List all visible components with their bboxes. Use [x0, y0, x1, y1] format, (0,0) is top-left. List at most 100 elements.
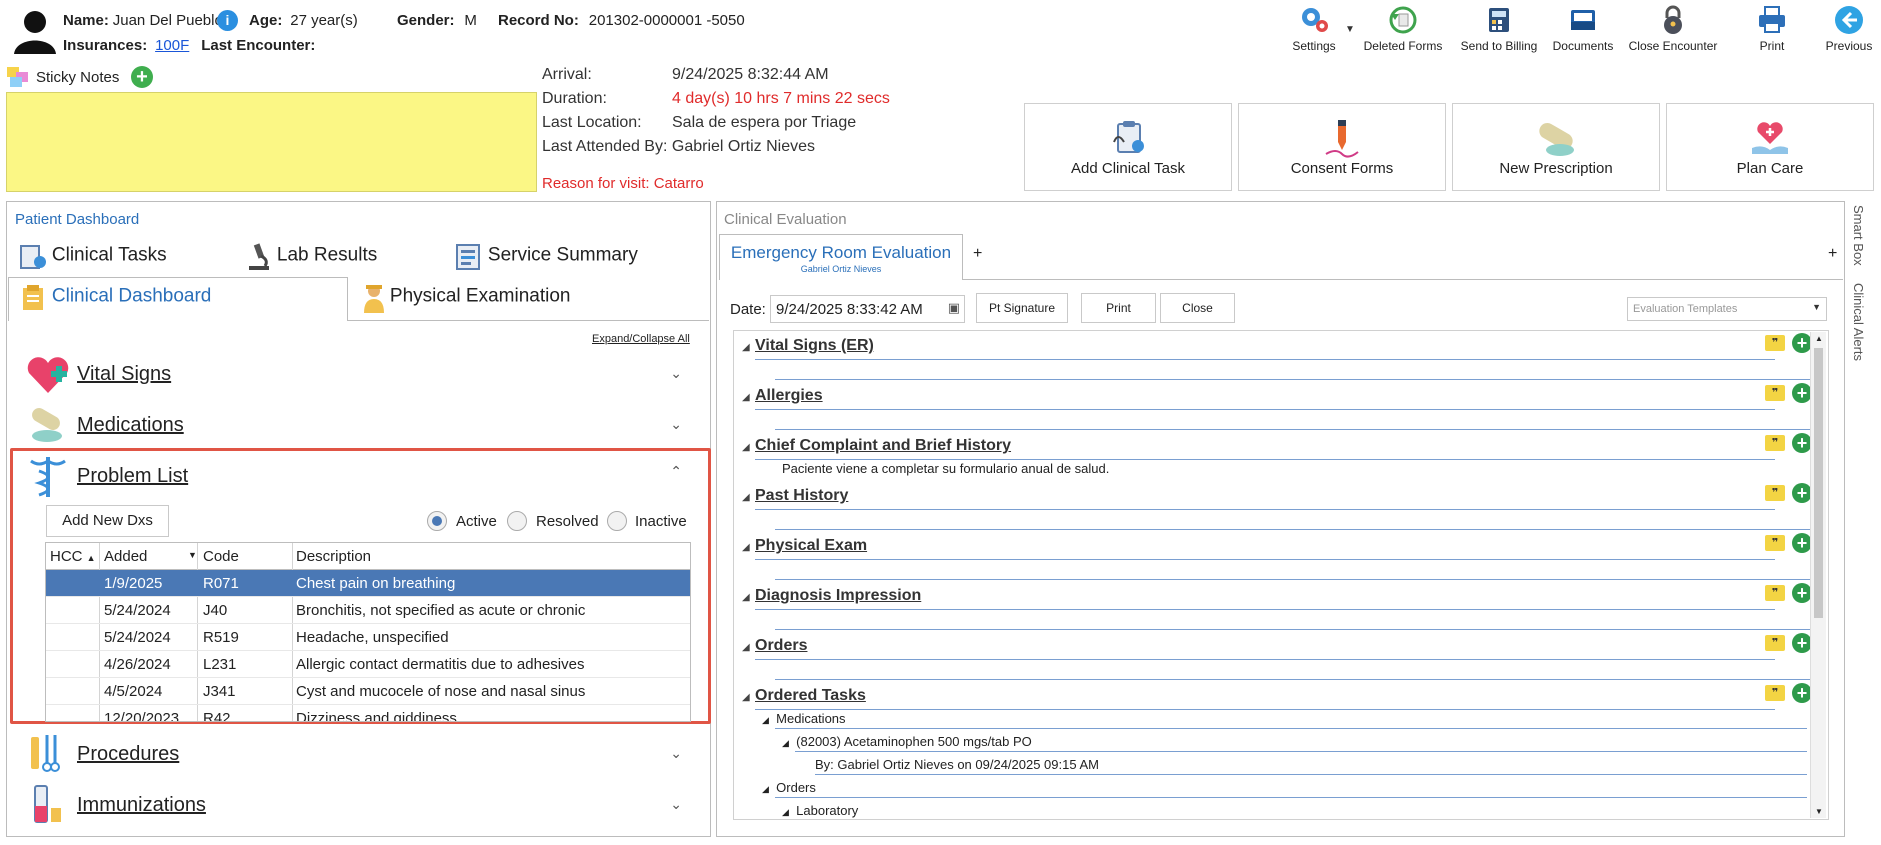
dropdown-icon[interactable]: ▼ [188, 550, 197, 560]
new-prescription-button[interactable]: New Prescription [1452, 103, 1660, 191]
tab-lab-results[interactable]: Lab Results [245, 242, 377, 272]
quote-icon[interactable]: ❞ [1765, 585, 1785, 601]
tab-service-summary[interactable]: Service Summary [454, 242, 638, 272]
consent-forms-button[interactable]: Consent Forms [1238, 103, 1446, 191]
eval-section[interactable]: ◢ Past History ❞ + [740, 483, 1820, 533]
collapse-triangle-icon[interactable]: ◢ [742, 542, 750, 553]
filter-active-radio[interactable] [427, 511, 447, 531]
scroll-down-icon[interactable]: ▼ [1815, 807, 1823, 816]
pt-signature-button[interactable]: Pt Signature [976, 293, 1068, 323]
section-procedures[interactable]: Procedures ⌄ [22, 731, 702, 775]
chevron-down-icon[interactable]: ⌄ [670, 365, 682, 382]
info-icon[interactable]: i [217, 10, 238, 31]
quote-icon[interactable]: ❞ [1765, 335, 1785, 351]
side-tab-clinical-alerts[interactable]: Clinical Alerts [1849, 283, 1875, 373]
column-header-hcc[interactable]: HCC ▲ [50, 548, 96, 565]
plan-care-button[interactable]: Plan Care [1666, 103, 1874, 191]
calendar-icon[interactable]: ▣ [948, 300, 960, 316]
collapse-triangle-icon[interactable]: ◢ [742, 392, 750, 403]
chevron-down-icon[interactable]: ⌄ [670, 796, 682, 813]
table-row[interactable]: 5/24/2024 R519 Headache, unspecified [46, 624, 690, 651]
table-row[interactable]: 4/26/2024 L231 Allergic contact dermatitis… [46, 651, 690, 678]
send-to-billing-button[interactable]: Send to Billing [1456, 4, 1542, 53]
quote-icon[interactable]: ❞ [1765, 435, 1785, 451]
section-vital-signs[interactable]: Vital Signs ⌄ [22, 351, 702, 395]
chevron-down-icon[interactable]: ▼ [1812, 302, 1821, 312]
add-entry-button[interactable]: + [1792, 433, 1812, 453]
quote-icon[interactable]: ❞ [1765, 385, 1785, 401]
filter-resolved-radio[interactable] [507, 511, 527, 531]
expand-collapse-all-link[interactable]: Expand/Collapse All [592, 333, 690, 345]
table-row[interactable]: 1/9/2025 R071 Chest pain on breathing [46, 570, 690, 597]
documents-button[interactable]: Documents [1549, 4, 1617, 53]
add-entry-button[interactable]: + [1792, 333, 1812, 353]
table-row[interactable]: 5/24/2024 J40 Bronchitis, not specified as… [46, 597, 690, 624]
eval-section[interactable]: ◢ Ordered Tasks ❞ + [740, 683, 1820, 733]
tree-node-laboratory[interactable]: ◢ Laboratory [782, 803, 858, 818]
collapse-triangle-icon[interactable]: ◢ [742, 592, 750, 603]
tree-node-orders[interactable]: ◢ Orders [762, 780, 816, 795]
eval-section[interactable]: ◢ Allergies ❞ + [740, 383, 1820, 433]
add-evaluation-right-button[interactable]: + [1828, 245, 1837, 263]
tree-node-med-item[interactable]: ◢ (82003) Acetaminophen 500 mgs/tab PO [782, 734, 1032, 749]
eval-close-button[interactable]: Close [1160, 293, 1235, 323]
add-entry-button[interactable]: + [1792, 483, 1812, 503]
quote-icon[interactable]: ❞ [1765, 485, 1785, 501]
previous-button[interactable]: Previous [1823, 4, 1875, 53]
section-problem-list[interactable]: Problem List ⌃ [22, 453, 702, 497]
problem-list-table[interactable]: HCC ▲ Added ▼ Code Description 1/9/2025 R0… [45, 542, 691, 722]
column-header-code[interactable]: Code [203, 548, 239, 565]
scrollbar-thumb[interactable] [1814, 348, 1823, 618]
chevron-down-icon[interactable]: ⌄ [670, 416, 682, 433]
date-field[interactable]: 9/24/2025 8:33:42 AM ▣ [770, 295, 965, 323]
documents-label: Documents [1552, 39, 1614, 53]
evaluation-scrollbar[interactable]: ▲ ▼ [1810, 332, 1826, 818]
scroll-up-icon[interactable]: ▲ [1815, 334, 1823, 343]
eval-section[interactable]: ◢ Diagnosis Impression ❞ + [740, 583, 1820, 633]
eval-section[interactable]: ◢ Vital Signs (ER) ❞ + [740, 333, 1820, 383]
quote-icon[interactable]: ❞ [1765, 685, 1785, 701]
add-new-dxs-button[interactable]: Add New Dxs [46, 505, 169, 537]
table-row[interactable]: 12/20/2023 R42 Dizziness and giddiness [46, 705, 690, 721]
table-row[interactable]: 4/5/2024 J341 Cyst and mucocele of nose an… [46, 678, 690, 705]
quote-icon[interactable]: ❞ [1765, 635, 1785, 651]
tab-clinical-tasks[interactable]: Clinical Tasks [18, 242, 167, 272]
quote-icon[interactable]: ❞ [1765, 535, 1785, 551]
evaluation-templates-select[interactable]: Evaluation Templates ▼ [1627, 297, 1827, 321]
add-entry-button[interactable]: + [1792, 583, 1812, 603]
collapse-triangle-icon[interactable]: ◢ [742, 642, 750, 653]
eval-section[interactable]: ◢ Physical Exam ❞ + [740, 533, 1820, 583]
deleted-forms-button[interactable]: Deleted Forms [1362, 4, 1444, 53]
settings-dropdown-icon[interactable]: ▼ [1345, 24, 1355, 35]
sticky-note-area[interactable] [6, 92, 537, 192]
section-immunizations[interactable]: Immunizations ⌄ [22, 782, 702, 826]
print-button[interactable]: Print [1748, 4, 1796, 53]
evaluation-templates-placeholder: Evaluation Templates [1633, 303, 1738, 315]
chevron-down-icon[interactable]: ⌄ [670, 745, 682, 762]
add-entry-button[interactable]: + [1792, 383, 1812, 403]
collapse-triangle-icon[interactable]: ◢ [742, 692, 750, 703]
collapse-triangle-icon[interactable]: ◢ [742, 342, 750, 353]
tree-node-medications[interactable]: ◢ Medications [762, 711, 846, 726]
add-entry-button[interactable]: + [1792, 683, 1812, 703]
tab-emergency-room-evaluation[interactable]: Emergency Room Evaluation Gabriel Ortiz … [719, 234, 963, 280]
add-entry-button[interactable]: + [1792, 533, 1812, 553]
side-tab-smart-box[interactable]: Smart Box [1849, 205, 1875, 275]
eval-section[interactable]: ◢ Orders ❞ + [740, 633, 1820, 683]
settings-button[interactable]: Settings [1290, 4, 1338, 53]
collapse-triangle-icon[interactable]: ◢ [742, 442, 750, 453]
collapse-triangle-icon[interactable]: ◢ [742, 492, 750, 503]
close-encounter-button[interactable]: Close Encounter [1628, 4, 1718, 53]
printer-icon [1759, 6, 1785, 33]
chevron-up-icon[interactable]: ⌃ [670, 463, 682, 480]
add-evaluation-tab-button[interactable]: + [973, 245, 982, 263]
column-header-description[interactable]: Description [296, 548, 371, 565]
add-entry-button[interactable]: + [1792, 633, 1812, 653]
add-clinical-task-button[interactable]: Add Clinical Task [1024, 103, 1232, 191]
section-medications[interactable]: Medications ⌄ [22, 402, 702, 446]
add-sticky-note-button[interactable]: + [131, 66, 153, 88]
column-header-added[interactable]: Added ▼ [104, 548, 197, 565]
filter-inactive-radio[interactable] [607, 511, 627, 531]
eval-print-button[interactable]: Print [1081, 293, 1156, 323]
insurance-link[interactable]: 100F [155, 37, 189, 54]
